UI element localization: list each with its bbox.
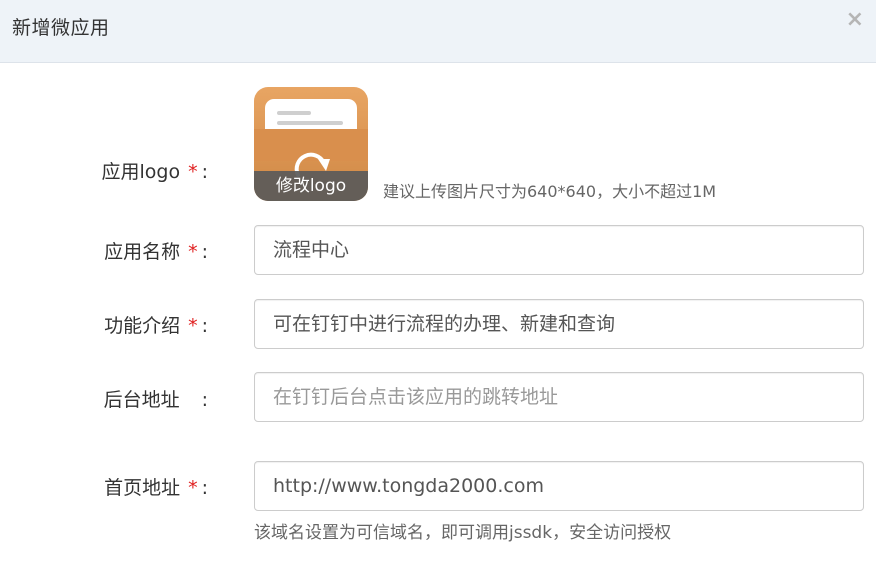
home-url-help-text: 该域名设置为可信域名，即可调用jssdk，安全访问授权 (254, 523, 672, 543)
home-url-label: 首页地址 (104, 477, 181, 499)
change-logo-button[interactable]: 修改logo (254, 171, 368, 201)
app-logo-upload[interactable]: 修改logo (254, 87, 368, 201)
logo-label: 应用logo (101, 161, 181, 183)
label-colon: : (201, 389, 208, 411)
label-colon: : (201, 315, 208, 337)
logo-label-row: 应用logo *: (28, 157, 209, 184)
home-url-label-row: 首页地址 *: (28, 473, 208, 500)
label-colon: : (201, 161, 208, 183)
required-mark: * (188, 477, 198, 499)
label-colon: : (201, 477, 208, 499)
app-name-input[interactable]: 流程中心 (254, 225, 864, 275)
description-input[interactable]: 可在钉钉中进行流程的办理、新建和查询 (254, 299, 864, 349)
required-mark: * (188, 161, 198, 183)
close-icon[interactable]: × (846, 9, 864, 31)
description-label: 功能介绍 (104, 315, 181, 337)
description-label-row: 功能介绍 *: (28, 311, 208, 338)
dialog-title: 新增微应用 (12, 17, 110, 39)
home-url-input[interactable]: http://www.tongda2000.com (254, 461, 864, 511)
name-label-row: 应用名称 *: (28, 237, 208, 264)
required-mark: * (188, 315, 198, 337)
backend-url-input[interactable]: 在钉钉后台点击该应用的跳转地址 (254, 372, 864, 422)
backend-url-label: 后台地址 (103, 389, 180, 411)
required-mark: * (188, 241, 198, 263)
logo-size-hint: 建议上传图片尺寸为640*640，大小不超过1M (383, 182, 717, 201)
name-label: 应用名称 (104, 241, 181, 263)
label-colon: : (201, 241, 208, 263)
add-micro-app-dialog: 新增微应用 × 应用logo *: 修改logo 建议上传图片尺寸为640*640… (0, 0, 876, 568)
backend-url-label-row: 后台地址: (28, 385, 208, 412)
dialog-header: 新增微应用 × (0, 0, 876, 63)
